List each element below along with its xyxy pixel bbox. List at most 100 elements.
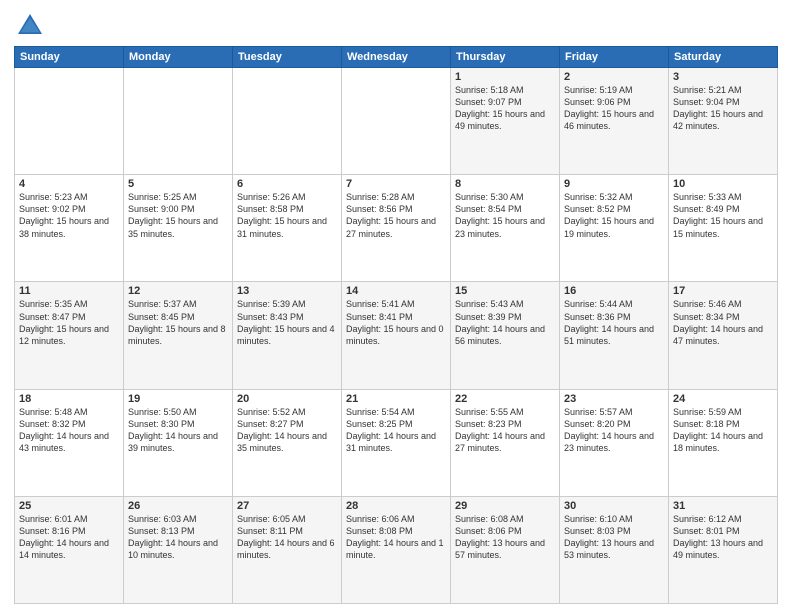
day-number: 25 <box>19 500 119 512</box>
day-cell: 2Sunrise: 5:19 AM Sunset: 9:06 PM Daylig… <box>560 68 669 175</box>
cell-text: Sunrise: 5:26 AM Sunset: 8:58 PM Dayligh… <box>237 191 337 240</box>
day-number: 2 <box>564 71 664 83</box>
day-number: 22 <box>455 393 555 405</box>
cell-text: Sunrise: 5:35 AM Sunset: 8:47 PM Dayligh… <box>19 298 119 347</box>
cell-text: Sunrise: 6:03 AM Sunset: 8:13 PM Dayligh… <box>128 513 228 562</box>
cell-text: Sunrise: 6:01 AM Sunset: 8:16 PM Dayligh… <box>19 513 119 562</box>
cell-text: Sunrise: 6:12 AM Sunset: 8:01 PM Dayligh… <box>673 513 773 562</box>
page: SundayMondayTuesdayWednesdayThursdayFrid… <box>0 0 792 612</box>
day-number: 10 <box>673 178 773 190</box>
day-cell: 3Sunrise: 5:21 AM Sunset: 9:04 PM Daylig… <box>669 68 778 175</box>
logo <box>14 10 50 42</box>
cell-text: Sunrise: 5:50 AM Sunset: 8:30 PM Dayligh… <box>128 406 228 455</box>
day-cell: 11Sunrise: 5:35 AM Sunset: 8:47 PM Dayli… <box>15 282 124 389</box>
weekday-wednesday: Wednesday <box>342 47 451 68</box>
cell-text: Sunrise: 5:23 AM Sunset: 9:02 PM Dayligh… <box>19 191 119 240</box>
week-row-1: 1Sunrise: 5:18 AM Sunset: 9:07 PM Daylig… <box>15 68 778 175</box>
day-number: 17 <box>673 285 773 297</box>
day-number: 8 <box>455 178 555 190</box>
day-cell: 28Sunrise: 6:06 AM Sunset: 8:08 PM Dayli… <box>342 496 451 603</box>
day-cell: 26Sunrise: 6:03 AM Sunset: 8:13 PM Dayli… <box>124 496 233 603</box>
cell-text: Sunrise: 5:25 AM Sunset: 9:00 PM Dayligh… <box>128 191 228 240</box>
day-cell: 17Sunrise: 5:46 AM Sunset: 8:34 PM Dayli… <box>669 282 778 389</box>
day-cell: 23Sunrise: 5:57 AM Sunset: 8:20 PM Dayli… <box>560 389 669 496</box>
day-number: 12 <box>128 285 228 297</box>
cell-text: Sunrise: 6:05 AM Sunset: 8:11 PM Dayligh… <box>237 513 337 562</box>
week-row-2: 4Sunrise: 5:23 AM Sunset: 9:02 PM Daylig… <box>15 175 778 282</box>
day-cell: 12Sunrise: 5:37 AM Sunset: 8:45 PM Dayli… <box>124 282 233 389</box>
top-section <box>14 10 778 42</box>
day-cell: 31Sunrise: 6:12 AM Sunset: 8:01 PM Dayli… <box>669 496 778 603</box>
day-cell: 29Sunrise: 6:08 AM Sunset: 8:06 PM Dayli… <box>451 496 560 603</box>
day-cell: 22Sunrise: 5:55 AM Sunset: 8:23 PM Dayli… <box>451 389 560 496</box>
day-number: 28 <box>346 500 446 512</box>
day-number: 6 <box>237 178 337 190</box>
day-cell: 18Sunrise: 5:48 AM Sunset: 8:32 PM Dayli… <box>15 389 124 496</box>
day-number: 13 <box>237 285 337 297</box>
cell-text: Sunrise: 5:44 AM Sunset: 8:36 PM Dayligh… <box>564 298 664 347</box>
cell-text: Sunrise: 5:33 AM Sunset: 8:49 PM Dayligh… <box>673 191 773 240</box>
day-cell: 27Sunrise: 6:05 AM Sunset: 8:11 PM Dayli… <box>233 496 342 603</box>
week-row-5: 25Sunrise: 6:01 AM Sunset: 8:16 PM Dayli… <box>15 496 778 603</box>
day-cell: 16Sunrise: 5:44 AM Sunset: 8:36 PM Dayli… <box>560 282 669 389</box>
day-number: 4 <box>19 178 119 190</box>
day-number: 14 <box>346 285 446 297</box>
cell-text: Sunrise: 5:57 AM Sunset: 8:20 PM Dayligh… <box>564 406 664 455</box>
cell-text: Sunrise: 6:06 AM Sunset: 8:08 PM Dayligh… <box>346 513 446 562</box>
cell-text: Sunrise: 5:41 AM Sunset: 8:41 PM Dayligh… <box>346 298 446 347</box>
cell-text: Sunrise: 5:39 AM Sunset: 8:43 PM Dayligh… <box>237 298 337 347</box>
cell-text: Sunrise: 5:55 AM Sunset: 8:23 PM Dayligh… <box>455 406 555 455</box>
day-number: 11 <box>19 285 119 297</box>
cell-text: Sunrise: 5:30 AM Sunset: 8:54 PM Dayligh… <box>455 191 555 240</box>
week-row-4: 18Sunrise: 5:48 AM Sunset: 8:32 PM Dayli… <box>15 389 778 496</box>
cell-text: Sunrise: 5:37 AM Sunset: 8:45 PM Dayligh… <box>128 298 228 347</box>
day-number: 15 <box>455 285 555 297</box>
day-number: 16 <box>564 285 664 297</box>
weekday-thursday: Thursday <box>451 47 560 68</box>
cell-text: Sunrise: 5:54 AM Sunset: 8:25 PM Dayligh… <box>346 406 446 455</box>
day-number: 29 <box>455 500 555 512</box>
day-number: 31 <box>673 500 773 512</box>
day-cell: 4Sunrise: 5:23 AM Sunset: 9:02 PM Daylig… <box>15 175 124 282</box>
day-number: 18 <box>19 393 119 405</box>
day-cell: 8Sunrise: 5:30 AM Sunset: 8:54 PM Daylig… <box>451 175 560 282</box>
day-cell: 19Sunrise: 5:50 AM Sunset: 8:30 PM Dayli… <box>124 389 233 496</box>
day-cell: 1Sunrise: 5:18 AM Sunset: 9:07 PM Daylig… <box>451 68 560 175</box>
day-number: 20 <box>237 393 337 405</box>
day-number: 26 <box>128 500 228 512</box>
day-number: 1 <box>455 71 555 83</box>
day-cell: 9Sunrise: 5:32 AM Sunset: 8:52 PM Daylig… <box>560 175 669 282</box>
day-number: 3 <box>673 71 773 83</box>
day-number: 19 <box>128 393 228 405</box>
day-number: 9 <box>564 178 664 190</box>
day-cell: 7Sunrise: 5:28 AM Sunset: 8:56 PM Daylig… <box>342 175 451 282</box>
day-cell <box>342 68 451 175</box>
day-number: 24 <box>673 393 773 405</box>
weekday-saturday: Saturday <box>669 47 778 68</box>
day-cell: 6Sunrise: 5:26 AM Sunset: 8:58 PM Daylig… <box>233 175 342 282</box>
weekday-tuesday: Tuesday <box>233 47 342 68</box>
day-cell <box>233 68 342 175</box>
day-cell: 30Sunrise: 6:10 AM Sunset: 8:03 PM Dayli… <box>560 496 669 603</box>
logo-icon <box>14 10 46 42</box>
day-number: 21 <box>346 393 446 405</box>
calendar-table: SundayMondayTuesdayWednesdayThursdayFrid… <box>14 46 778 604</box>
day-cell: 14Sunrise: 5:41 AM Sunset: 8:41 PM Dayli… <box>342 282 451 389</box>
day-number: 5 <box>128 178 228 190</box>
day-cell: 10Sunrise: 5:33 AM Sunset: 8:49 PM Dayli… <box>669 175 778 282</box>
cell-text: Sunrise: 5:21 AM Sunset: 9:04 PM Dayligh… <box>673 84 773 133</box>
weekday-sunday: Sunday <box>15 47 124 68</box>
cell-text: Sunrise: 6:10 AM Sunset: 8:03 PM Dayligh… <box>564 513 664 562</box>
weekday-friday: Friday <box>560 47 669 68</box>
day-cell: 5Sunrise: 5:25 AM Sunset: 9:00 PM Daylig… <box>124 175 233 282</box>
day-cell: 20Sunrise: 5:52 AM Sunset: 8:27 PM Dayli… <box>233 389 342 496</box>
day-cell <box>15 68 124 175</box>
cell-text: Sunrise: 5:52 AM Sunset: 8:27 PM Dayligh… <box>237 406 337 455</box>
cell-text: Sunrise: 5:43 AM Sunset: 8:39 PM Dayligh… <box>455 298 555 347</box>
cell-text: Sunrise: 5:28 AM Sunset: 8:56 PM Dayligh… <box>346 191 446 240</box>
cell-text: Sunrise: 6:08 AM Sunset: 8:06 PM Dayligh… <box>455 513 555 562</box>
cell-text: Sunrise: 5:59 AM Sunset: 8:18 PM Dayligh… <box>673 406 773 455</box>
weekday-monday: Monday <box>124 47 233 68</box>
cell-text: Sunrise: 5:19 AM Sunset: 9:06 PM Dayligh… <box>564 84 664 133</box>
day-number: 7 <box>346 178 446 190</box>
